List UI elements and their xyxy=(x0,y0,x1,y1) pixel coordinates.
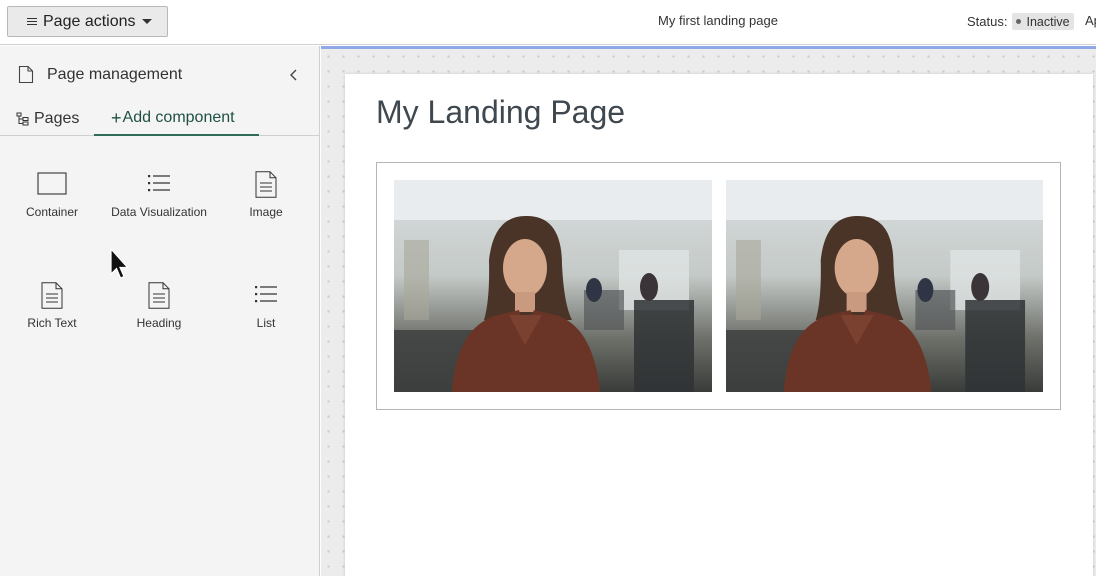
portrait-photo-image xyxy=(726,180,1043,392)
component-image[interactable]: Image xyxy=(216,171,316,220)
component-label: Heading xyxy=(136,316,182,330)
chevron-left-icon[interactable] xyxy=(287,68,301,82)
component-container[interactable]: Container xyxy=(2,171,102,220)
component-list[interactable]: List xyxy=(216,282,316,331)
document-icon xyxy=(148,282,170,309)
status-badge: Inactive xyxy=(1012,13,1074,30)
component-rich-text[interactable]: Rich Text xyxy=(2,282,102,331)
document-icon xyxy=(41,282,63,309)
editor-canvas: My Landing Page xyxy=(321,46,1096,576)
status-dot-icon xyxy=(1016,19,1022,24)
panel-header: Page management xyxy=(18,65,182,84)
tab-pages-label: Pages xyxy=(34,110,80,127)
panel-title: Page management xyxy=(47,65,183,83)
component-label: Image xyxy=(249,205,283,219)
page-outline-icon xyxy=(18,65,34,84)
component-data-visualization[interactable]: Data Visualization xyxy=(109,171,209,220)
landing-page-preview: My Landing Page xyxy=(345,74,1093,576)
status-label: Status: xyxy=(967,14,1008,29)
portrait-photo-image xyxy=(394,180,712,392)
hamburger-icon xyxy=(27,17,37,26)
status-value: Inactive xyxy=(1026,14,1070,29)
container-component[interactable] xyxy=(376,162,1061,410)
caret-down-icon xyxy=(141,19,152,24)
component-label: Rich Text xyxy=(27,316,77,330)
image-component[interactable] xyxy=(394,180,712,392)
page-name: My first landing page xyxy=(658,13,778,28)
list-icon xyxy=(148,175,170,192)
status: Status: Inactive xyxy=(967,13,1074,30)
page-actions-button[interactable]: Page actions xyxy=(7,6,168,37)
container-icon xyxy=(37,172,67,195)
page-management-panel: Page management Pages + Add component Co… xyxy=(0,46,320,576)
tab-add-component-label: Add component xyxy=(122,109,235,126)
page-actions-label: Page actions xyxy=(43,12,136,30)
component-label: Container xyxy=(25,205,79,219)
image-component[interactable] xyxy=(726,180,1043,392)
document-icon xyxy=(255,171,277,198)
mouse-cursor-icon xyxy=(110,248,129,279)
component-label: Data Visualization xyxy=(111,205,207,219)
landing-page-heading[interactable]: My Landing Page xyxy=(376,94,625,131)
truncated-toolbar-item[interactable]: Ap xyxy=(1085,13,1096,28)
list-icon xyxy=(255,286,277,303)
component-label: List xyxy=(256,316,276,330)
tree-icon xyxy=(16,112,29,126)
component-heading[interactable]: Heading xyxy=(109,282,209,331)
top-bar: Page actions My first landing page Statu… xyxy=(0,0,1096,45)
tab-pages[interactable]: Pages xyxy=(16,102,79,136)
tab-add-component[interactable]: + Add component xyxy=(94,102,259,136)
panel-tabs: Pages + Add component xyxy=(0,102,320,136)
plus-icon: + xyxy=(111,108,122,128)
